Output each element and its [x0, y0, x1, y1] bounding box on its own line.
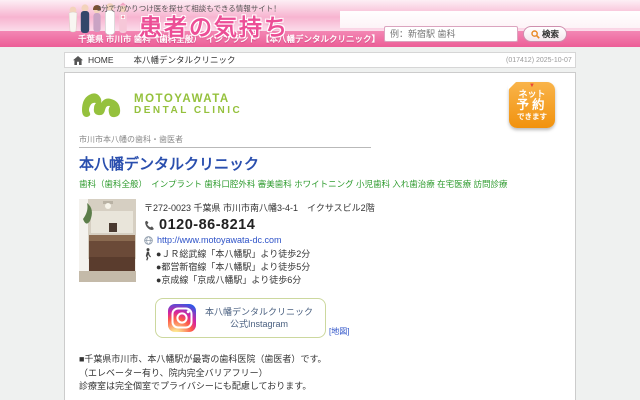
map-link[interactable]: [地図]: [329, 326, 349, 338]
clinic-logo-mark-icon: [79, 87, 125, 121]
website-link[interactable]: http://www.motoyawata-dc.com: [157, 235, 282, 245]
access-line-keisei: ●京成線「京成八幡駅」より徒歩6分: [156, 274, 310, 287]
treatment-tags: 歯科（歯科全般） インプラント 歯科口腔外科 審美歯科 ホワイトニング 小児歯科…: [79, 178, 561, 190]
clinic-address: 〒272-0023 千葉県 市川市南八幡3-4-1 イクサスビル2階: [144, 201, 375, 214]
instagram-label-line1: 本八幡デンタルクリニック: [205, 306, 313, 318]
page-meta-line: (017412) 2025-10-07: [506, 57, 572, 64]
clinic-logo-line1: MOTOYAWATA: [134, 93, 242, 105]
breadcrumb-current: 本八幡デンタルクリニック: [134, 54, 236, 66]
description-line: 診療室は完全個室でプライバシーにも配慮しております。: [79, 380, 561, 394]
clinic-description: ■千葉県市川市、本八幡駅が最寄の歯科医院（歯医者）です。 （エレベーター有り、院…: [79, 353, 561, 400]
badge-line3: できます: [509, 112, 555, 121]
access-lines: ●ＪＲ総武線「本八幡駅」より徒歩2分 ●都営新宿線「本八幡駅」より徒歩5分 ●京…: [156, 248, 310, 287]
access-line-jr: ●ＪＲ総武線「本八幡駅」より徒歩2分: [156, 248, 310, 261]
instagram-badge[interactable]: 本八幡デンタルクリニック 公式Instagram: [155, 298, 326, 338]
description-paragraph-gap: [79, 394, 561, 400]
online-reservation-badge[interactable]: ▼ ネット 予約 できます: [509, 82, 555, 128]
badge-corner-fold: [508, 81, 517, 90]
clinic-logo: MOTOYAWATA DENTAL CLINIC: [79, 82, 242, 121]
magnifier-icon: [531, 30, 540, 39]
website-row: http://www.motoyawata-dc.com: [144, 235, 375, 245]
access-row: ●ＪＲ総武線「本八幡駅」より徒歩2分 ●都営新宿線「本八幡駅」より徒歩5分 ●京…: [144, 248, 375, 287]
clinic-logo-name: MOTOYAWATA DENTAL CLINIC: [134, 93, 242, 116]
clinic-name-heading: 本八幡デンタルクリニック: [79, 153, 561, 174]
contact-block: 〒272-0023 千葉県 市川市南八幡3-4-1 イクサスビル2階 0120-…: [144, 199, 375, 287]
area-label: 市川市本八幡の歯科・歯医者: [79, 134, 371, 148]
phone-number[interactable]: 0120-86-8214: [159, 217, 255, 233]
clinic-info-row: 〒272-0023 千葉県 市川市南八幡3-4-1 イクサスビル2階 0120-…: [79, 199, 561, 287]
instagram-row: 本八幡デンタルクリニック 公式Instagram [地図]: [155, 298, 561, 338]
header-search: 検索: [384, 26, 567, 42]
site-logo-text[interactable]: 患者の気持ち: [139, 8, 289, 42]
phone-row: 0120-86-8214: [144, 217, 375, 233]
home-icon: [73, 56, 83, 65]
access-line-toei: ●都営新宿線「本八幡駅」より徒歩5分: [156, 261, 310, 274]
breadcrumb-home[interactable]: HOME: [88, 55, 114, 65]
badge-line2: 予約: [509, 99, 555, 112]
instagram-label-line2: 公式Instagram: [205, 318, 313, 330]
clinic-content-box: MOTOYAWATA DENTAL CLINIC ▼ ネット 予約 できます 市…: [64, 72, 576, 400]
clinic-logo-line2: DENTAL CLINIC: [134, 105, 242, 116]
description-line: ■千葉県市川市、本八幡駅が最寄の歯科医院（歯医者）です。: [79, 353, 561, 367]
instagram-label: 本八幡デンタルクリニック 公式Instagram: [205, 306, 313, 330]
clinic-photo: [79, 199, 136, 282]
globe-icon: [144, 236, 153, 245]
phone-icon: [144, 220, 155, 231]
description-line: （エレベーター有り、院内完全バリアフリー）: [79, 367, 561, 381]
breadcrumb: HOME 本八幡デンタルクリニック: [64, 52, 576, 68]
search-input[interactable]: [384, 26, 518, 42]
page: 3分でかかりつけ医を探せて相談もできる情報サイト！ 患者の気持ち 千葉県 市川市…: [0, 0, 640, 400]
search-button-label: 検索: [542, 28, 559, 40]
clinic-logo-row: MOTOYAWATA DENTAL CLINIC ▼ ネット 予約 できます: [79, 82, 561, 128]
instagram-icon: [168, 304, 196, 332]
walking-person-icon: [144, 248, 152, 261]
site-header: 3分でかかりつけ医を探せて相談もできる情報サイト！ 患者の気持ち 千葉県 市川市…: [0, 0, 640, 47]
search-button[interactable]: 検索: [523, 26, 567, 42]
